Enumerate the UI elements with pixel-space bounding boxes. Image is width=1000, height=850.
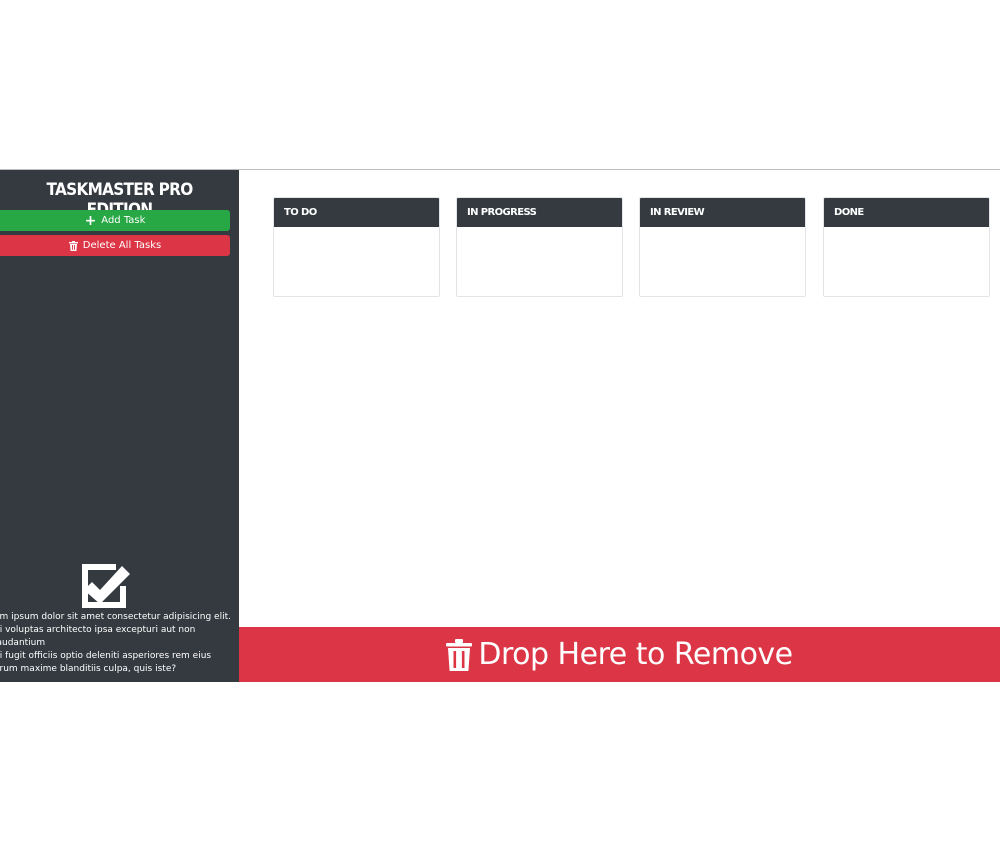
delete-all-tasks-button[interactable]: Delete All Tasks [0, 235, 230, 256]
trash-icon [68, 240, 78, 251]
delete-all-tasks-label: Delete All Tasks [82, 240, 162, 251]
trash-icon [446, 638, 473, 671]
column-in-review[interactable]: IN REVIEW [639, 197, 806, 297]
checkbox-icon [82, 564, 130, 608]
add-task-button[interactable]: + Add Task [0, 210, 230, 231]
add-task-label: Add Task [101, 215, 146, 226]
column-dropzone[interactable] [640, 227, 805, 296]
column-done[interactable]: DONE [823, 197, 990, 297]
sidebar: TASKMASTER PRO EDITION + Add Task Delete… [0, 170, 239, 682]
plus-icon: + [84, 212, 97, 229]
column-header: DONE [824, 198, 989, 227]
column-dropzone[interactable] [274, 227, 439, 296]
column-in-progress[interactable]: IN PROGRESS [456, 197, 623, 297]
app-window: TASKMASTER PRO EDITION + Add Task Delete… [0, 169, 1000, 682]
dropzone-label: Drop Here to Remove [478, 637, 793, 672]
remove-dropzone[interactable]: Drop Here to Remove [239, 627, 1000, 682]
column-header: IN REVIEW [640, 198, 805, 227]
column-header: TO DO [274, 198, 439, 227]
sidebar-description: em ipsum dolor sit amet consectetur adip… [0, 612, 231, 674]
column-todo[interactable]: TO DO [273, 197, 440, 297]
column-dropzone[interactable] [457, 227, 622, 296]
column-header: IN PROGRESS [457, 198, 622, 227]
kanban-board: TO DO IN PROGRESS IN REVIEW DONE [239, 170, 1000, 626]
column-dropzone[interactable] [824, 227, 989, 296]
